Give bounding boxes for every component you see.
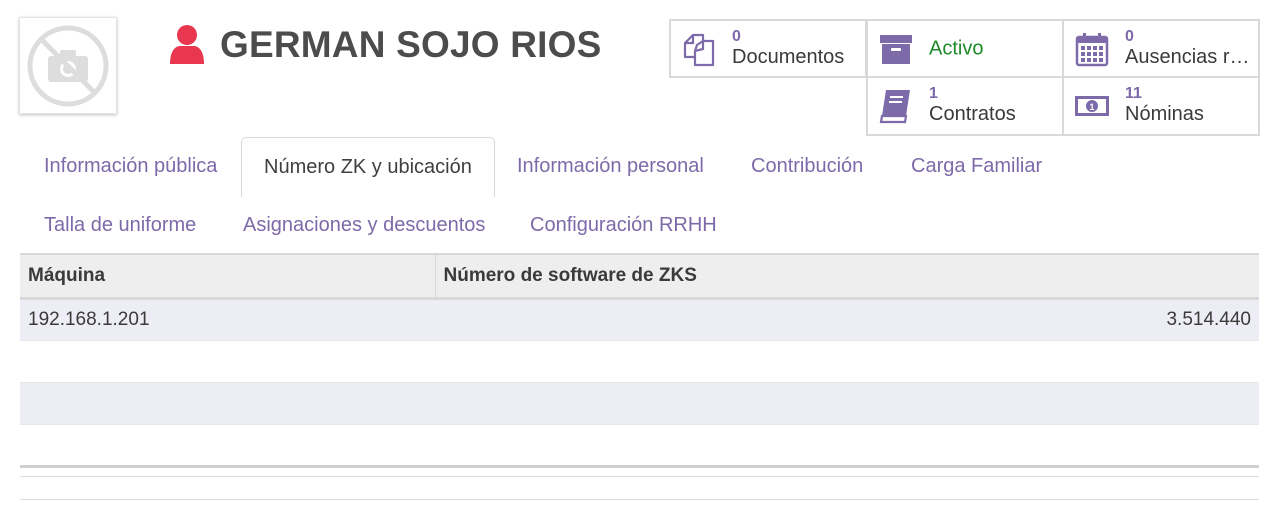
active-label: Activo	[929, 37, 984, 59]
calendar-icon	[1075, 32, 1109, 66]
documents-icon	[683, 33, 715, 66]
absences-button[interactable]: 0 Ausencias re...	[1062, 19, 1260, 78]
empty-row	[20, 382, 1259, 425]
archive-icon	[880, 34, 912, 64]
tab-contribution[interactable]: Contribución	[751, 155, 863, 178]
employee-header: GERMAN SOJO RIOS	[168, 22, 601, 68]
table-header-row: Máquina Número de software de ZKS	[20, 253, 1259, 300]
payslips-button[interactable]: 1 11 Nóminas	[1062, 76, 1260, 136]
tab-zk-number-location[interactable]: Número ZK y ubicación	[241, 137, 495, 197]
tab-family-load[interactable]: Carga Familiar	[911, 155, 1042, 178]
absences-label: Ausencias re...	[1125, 46, 1254, 68]
money-icon: 1	[1075, 96, 1109, 116]
table-row[interactable]: 192.168.1.201 3.514.440	[20, 298, 1259, 341]
column-header-machine[interactable]: Máquina	[20, 253, 435, 300]
no-camera-icon	[27, 25, 109, 106]
tab-allowances-deductions[interactable]: Asignaciones y descuentos	[243, 214, 485, 237]
documents-label: Documentos	[732, 46, 845, 68]
payslips-count: 11	[1125, 85, 1142, 102]
tab-personal-info[interactable]: Información personal	[517, 155, 704, 178]
contracts-label: Contratos	[929, 103, 1016, 125]
contracts-button[interactable]: 1 Contratos	[866, 76, 1064, 136]
documents-button[interactable]: 0 Documentos	[669, 19, 867, 78]
column-header-zks-number[interactable]: Número de software de ZKS	[434, 253, 1259, 300]
documents-count: 0	[732, 28, 741, 45]
tab-uniform-size[interactable]: Talla de uniforme	[44, 214, 196, 237]
tab-hr-settings[interactable]: Configuración RRHH	[530, 214, 717, 237]
tab-public-info[interactable]: Información pública	[44, 155, 217, 178]
user-icon	[170, 25, 204, 64]
contracts-count: 1	[929, 85, 938, 102]
empty-row	[20, 340, 1259, 383]
table-footer-divider	[20, 476, 1259, 477]
table-footer-divider	[20, 465, 1259, 468]
book-icon	[879, 90, 910, 124]
zks-number-cell[interactable]: 3.514.440	[435, 298, 1259, 341]
absences-count: 0	[1125, 28, 1134, 45]
active-toggle-button[interactable]: Activo	[866, 19, 1064, 78]
zk-table: Máquina Número de software de ZKS 192.16…	[20, 253, 1259, 467]
employee-name[interactable]: GERMAN SOJO RIOS	[220, 22, 601, 68]
svg-text:1: 1	[1089, 102, 1094, 112]
section-divider	[20, 499, 1259, 500]
employee-photo[interactable]	[19, 17, 117, 114]
payslips-label: Nóminas	[1125, 103, 1204, 125]
empty-row	[20, 424, 1259, 467]
machine-cell[interactable]: 192.168.1.201	[20, 298, 435, 341]
